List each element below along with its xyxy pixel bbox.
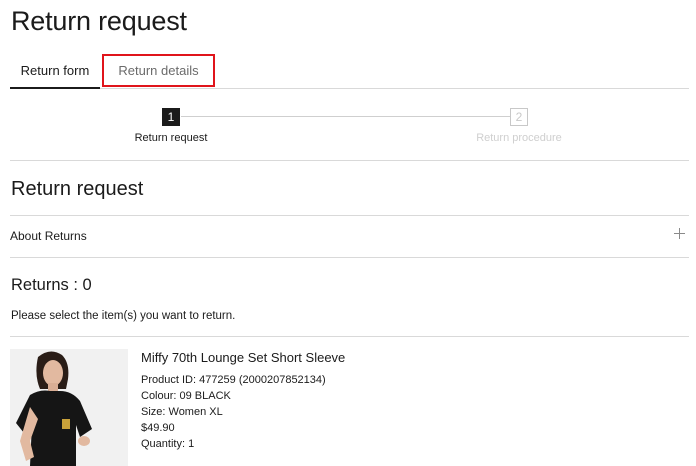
product-size: Size: Women XL [141, 406, 223, 418]
step-1-label: Return request [134, 132, 208, 144]
product-colour: Colour: 09 BLACK [141, 390, 231, 402]
product-image [10, 349, 128, 466]
step-2-label: Return procedure [476, 132, 562, 144]
product-price: $49.90 [141, 422, 175, 434]
tab-return-form[interactable]: Return form [10, 54, 100, 89]
returns-count: Returns : 0 [11, 276, 92, 294]
product-id: Product ID: 477259 (2000207852134) [141, 374, 326, 386]
product-name: Miffy 70th Lounge Set Short Sleeve [141, 350, 346, 365]
step-connector-line [181, 116, 519, 117]
page-title: Return request [11, 6, 187, 36]
step-1-badge: 1 [162, 108, 180, 126]
tab-bar: Return form Return details [10, 54, 689, 89]
section-title: Return request [11, 178, 144, 200]
about-returns-label: About Returns [10, 229, 87, 243]
plus-icon[interactable] [674, 228, 685, 239]
return-instruction: Please select the item(s) you want to re… [11, 310, 236, 322]
tab-return-details[interactable]: Return details [102, 54, 215, 87]
model-photo [10, 349, 128, 466]
step-2-badge: 2 [510, 108, 528, 126]
about-returns-accordion[interactable]: About Returns [10, 215, 689, 258]
progress-stepper: 1 Return request 2 Return procedure [10, 100, 689, 161]
divider [10, 336, 689, 337]
product-quantity: Quantity: 1 [141, 438, 195, 450]
